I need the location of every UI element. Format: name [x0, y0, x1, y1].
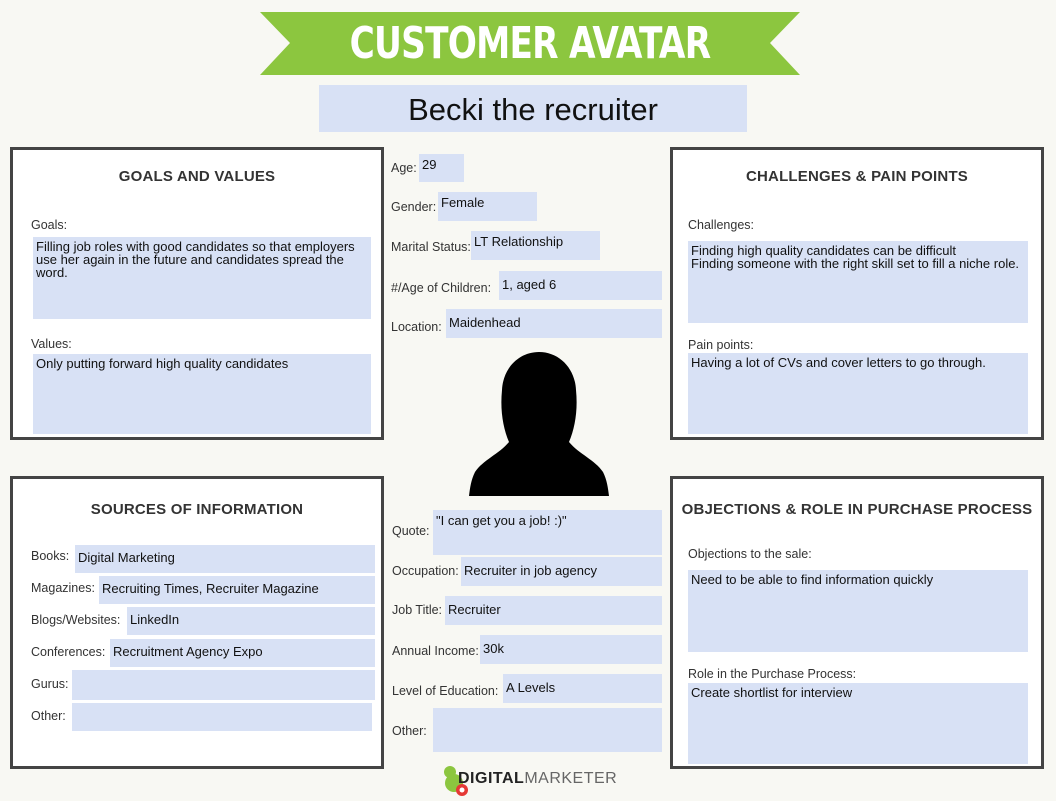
avatar-name-field[interactable]: Becki the recruiter [319, 85, 747, 132]
sources-other-label: Other: [31, 709, 66, 723]
blogs-label: Blogs/Websites: [31, 613, 121, 627]
gender-field[interactable]: Female [438, 192, 537, 221]
marital-field[interactable]: LT Relationship [471, 231, 600, 260]
goals-values-panel: GOALS AND VALUES Goals: Filling job role… [10, 147, 384, 440]
education-field[interactable]: A Levels [503, 674, 662, 703]
logo-light-text: MARKETER [524, 770, 618, 787]
goals-label: Goals: [31, 218, 68, 232]
challenges-field[interactable]: Finding high quality candidates can be d… [688, 241, 1028, 323]
gender-label: Gender: [391, 200, 437, 214]
quote-field[interactable]: "I can get you a job! :)" [433, 510, 662, 555]
goals-field[interactable]: Filling job roles with good candidates s… [33, 237, 371, 319]
blogs-field[interactable]: LinkedIn [127, 607, 375, 635]
title-banner: CUSTOMER AVATAR [260, 12, 800, 75]
avatar-silhouette-icon [469, 352, 609, 496]
gurus-label: Gurus: [31, 677, 69, 691]
sources-panel: SOURCES OF INFORMATION Books: Digital Ma… [10, 476, 384, 769]
quote-label: Quote: [392, 524, 430, 538]
challenges-panel: CHALLENGES & PAIN POINTS Challenges: Fin… [670, 147, 1044, 440]
magazines-field[interactable]: Recruiting Times, Recruiter Magazine [99, 576, 375, 604]
objections-field[interactable]: Need to be able to find information quic… [688, 570, 1028, 652]
occupation-label: Occupation: [392, 564, 459, 578]
logo-bold-text: DIGITAL [458, 770, 525, 787]
marital-label: Marital Status: [391, 240, 471, 254]
values-field[interactable]: Only putting forward high quality candid… [33, 354, 371, 434]
sources-other-field[interactable] [72, 703, 372, 731]
role-field[interactable]: Create shortlist for interview [688, 683, 1028, 764]
location-label: Location: [391, 320, 442, 334]
sources-title: SOURCES OF INFORMATION [90, 501, 304, 518]
age-label: Age: [391, 161, 417, 175]
job-title-field[interactable]: Recruiter [445, 596, 662, 625]
objections-title: OBJECTIONS & ROLE IN PURCHASE PROCESS [681, 501, 1033, 518]
profile-other-field[interactable] [433, 708, 662, 752]
books-label: Books: [31, 549, 70, 563]
values-label: Values: [31, 337, 72, 351]
education-label: Level of Education: [392, 684, 499, 698]
conferences-label: Conferences: [31, 645, 106, 659]
profile-other-label: Other: [392, 724, 427, 738]
children-label: #/Age of Children: [391, 281, 492, 295]
location-field[interactable]: Maidenhead [446, 309, 662, 338]
objections-label: Objections to the sale: [688, 547, 812, 561]
role-label: Role in the Purchase Process: [688, 667, 857, 681]
magazines-label: Magazines: [31, 581, 95, 595]
pain-points-field[interactable]: Having a lot of CVs and cover letters to… [688, 353, 1028, 434]
goals-values-title: GOALS AND VALUES [118, 168, 276, 185]
income-label: Annual Income: [392, 644, 479, 658]
occupation-field[interactable]: Recruiter in job agency [461, 557, 662, 586]
challenges-title: CHALLENGES & PAIN POINTS [745, 168, 969, 185]
income-field[interactable]: 30k [480, 635, 662, 664]
challenges-label: Challenges: [688, 218, 755, 232]
pain-points-label: Pain points: [688, 338, 754, 352]
job-title-label: Job Title: [392, 603, 443, 617]
books-field[interactable]: Digital Marketing [75, 545, 375, 573]
children-field[interactable]: 1, aged 6 [499, 271, 662, 300]
page-title: CUSTOMER AVATAR [349, 18, 712, 69]
challenges-line-2: Finding someone with the right skill set… [691, 256, 1020, 271]
digitalmarketer-logo-text: DIGITALMARKETER [458, 770, 617, 788]
age-field[interactable]: 29 [419, 154, 464, 182]
gurus-field[interactable] [72, 670, 375, 700]
objections-panel: OBJECTIONS & ROLE IN PURCHASE PROCESS Ob… [670, 476, 1044, 769]
conferences-field[interactable]: Recruitment Agency Expo [110, 639, 375, 667]
